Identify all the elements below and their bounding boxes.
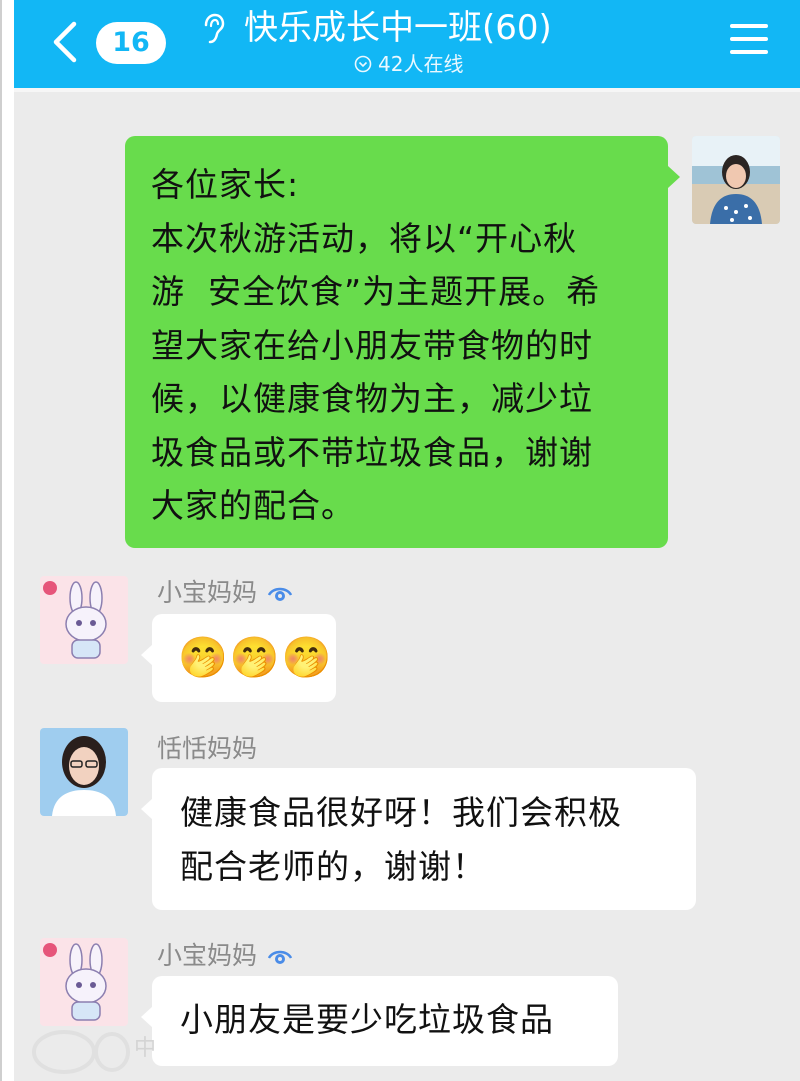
window-edge bbox=[0, 0, 2, 1081]
emoji-text: 🤭🤭🤭 bbox=[178, 635, 334, 681]
message-bubble-xiaobao-1[interactable]: 🤭🤭🤭 bbox=[141, 614, 336, 702]
header-divider bbox=[14, 88, 800, 92]
ear-icon[interactable] bbox=[200, 12, 226, 46]
message-text-line: 健康食品很好呀！我们会积极 bbox=[180, 793, 622, 832]
teacher-avatar-photo bbox=[692, 136, 780, 224]
sender-name-text: 恬恬妈妈 bbox=[157, 734, 258, 763]
eye-icon bbox=[267, 950, 293, 964]
sender-name-text: 小宝妈妈 bbox=[157, 578, 258, 607]
eye-icon bbox=[267, 587, 293, 601]
online-status-icon bbox=[354, 55, 372, 73]
online-count-text: 42人在线 bbox=[378, 52, 464, 76]
sender-name-xiaobao: 小宝妈妈 bbox=[157, 578, 293, 608]
chat-header: 16 快乐成长中一班(60) 42人在线 bbox=[14, 0, 800, 88]
avatar-xiaobao-mom[interactable] bbox=[40, 576, 128, 664]
bunny-avatar-image bbox=[40, 576, 128, 664]
message-text-line: 望大家在给小朋友带食物的时 bbox=[151, 325, 593, 365]
sender-name-tiantian: 恬恬妈妈 bbox=[157, 734, 257, 764]
sender-name-text: 小宝妈妈 bbox=[157, 941, 258, 970]
avatar-xiaobao-mom[interactable] bbox=[40, 938, 128, 1026]
message-text-line: 配合老师的，谢谢！ bbox=[180, 846, 486, 886]
message-text-line: 大家的配合。 bbox=[151, 486, 355, 525]
tiantian-avatar-photo bbox=[40, 728, 128, 816]
unread-count-badge: 16 bbox=[96, 22, 166, 64]
avatar-teacher[interactable] bbox=[692, 136, 780, 224]
message-bubble-tiantian-1[interactable]: 健康食品很好呀！我们会积极 配合老师的，谢谢！ bbox=[141, 768, 696, 910]
message-text-line: 各位家长: bbox=[151, 165, 300, 204]
message-text-line: 圾食品或不带垃圾食品，谢谢 bbox=[151, 432, 593, 472]
online-status[interactable]: 42人在线 bbox=[354, 50, 463, 78]
group-title: 快乐成长中一班(60) bbox=[244, 8, 552, 48]
message-text-line: 候，以健康食物为主，减少垃 bbox=[151, 379, 593, 418]
watermark-text: 中 bbox=[134, 1036, 159, 1061]
message-text-line: 本次秋游活动，将以“开心秋 bbox=[151, 218, 578, 258]
avatar-tiantian-mom[interactable] bbox=[40, 728, 128, 816]
chat-window: 16 快乐成长中一班(60) 42人在线 各位家长: 本次秋游活动，将以“开心秋… bbox=[14, 0, 800, 1081]
back-button[interactable]: 16 bbox=[50, 16, 180, 70]
bunny-avatar-image bbox=[40, 938, 128, 1026]
message-bubble-teacher-notice[interactable]: 各位家长: 本次秋游活动，将以“开心秋 游 安全饮食”为主题开展。希 望大家在给… bbox=[125, 136, 680, 548]
back-chevron-icon bbox=[53, 21, 77, 63]
message-text-line: 游 安全饮食”为主题开展。希 bbox=[151, 272, 601, 311]
sender-name-xiaobao: 小宝妈妈 bbox=[157, 941, 293, 971]
menu-button[interactable] bbox=[730, 20, 774, 60]
